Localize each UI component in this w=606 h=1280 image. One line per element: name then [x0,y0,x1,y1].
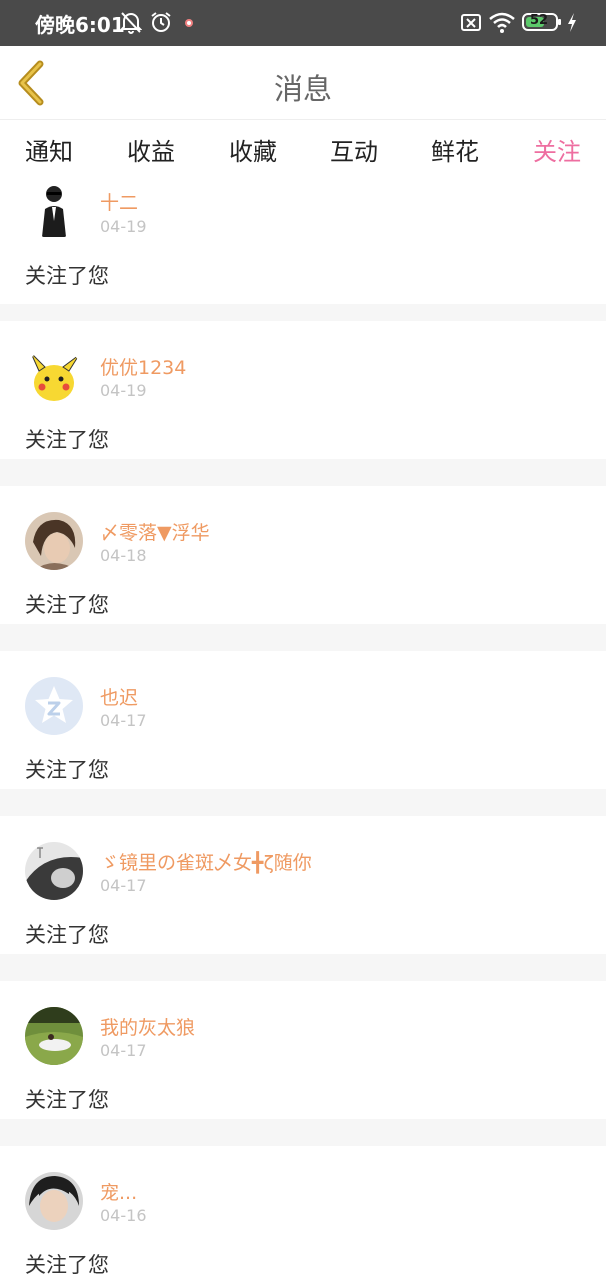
tab-earnings[interactable]: 收益 [111,132,191,167]
wifi-icon [489,12,515,33]
follow-date: 04-19 [100,217,147,236]
user-name[interactable]: 优优1234 [100,353,186,380]
avatar[interactable] [25,1172,83,1230]
bell-off-icon [120,12,142,34]
avatar[interactable] [25,347,83,405]
follow-message: 关注了您 [25,758,109,782]
notification-dot-icon [185,19,193,27]
avatar[interactable] [25,512,83,570]
photo-avatar [25,842,83,900]
header-bar: 消息 [0,46,606,120]
list-item[interactable]: 〆零落▼浮华 04-18 关注了您 [0,486,606,624]
user-name[interactable]: 〆零落▼浮华 [100,518,210,545]
battery-level: 52 [530,13,549,28]
follow-message: 关注了您 [25,264,109,288]
list-item[interactable]: 也迟 04-17 关注了您 [0,651,606,789]
user-name[interactable]: 我的灰太狼 [100,1013,195,1040]
portrait-avatar [25,1172,83,1230]
avatar[interactable] [25,1007,83,1065]
avatar[interactable] [25,677,83,735]
tab-flowers[interactable]: 鲜花 [415,132,495,167]
follow-date: 04-17 [100,711,147,730]
tab-favorites[interactable]: 收藏 [213,132,293,167]
tab-interactions[interactable]: 互动 [314,132,394,167]
sim-disabled-icon [461,14,481,31]
status-bar: 傍晚6:01 52 [0,0,606,46]
user-name[interactable]: ゞ镜里の雀斑乄女╋ζ随你 [100,848,312,875]
follow-message: 关注了您 [25,593,109,617]
avatar[interactable] [25,842,83,900]
follow-message: 关注了您 [25,923,109,947]
tab-following[interactable]: 关注 [517,132,597,167]
avatar[interactable] [25,181,83,239]
user-name[interactable]: 宠... [100,1178,137,1205]
list-item[interactable]: 宠... 04-16 关注了您 [0,1146,606,1280]
list-item[interactable]: ゞ镜里の雀斑乄女╋ζ随你 04-17 关注了您 [0,816,606,954]
tab-notifications[interactable]: 通知 [9,132,89,167]
page-title: 消息 [273,72,332,106]
pikachu-avatar [30,352,80,401]
follow-message: 关注了您 [25,1088,109,1112]
status-time: 傍晚6:01 [35,13,125,37]
user-name[interactable]: 十二 [100,188,138,215]
follow-date: 04-19 [100,381,147,400]
follow-message: 关注了您 [25,428,109,452]
alarm-icon [151,12,171,32]
default-star-avatar [35,686,73,723]
follow-date: 04-17 [100,1041,147,1060]
follow-message: 关注了您 [25,1253,109,1277]
charging-icon [568,13,576,32]
landscape-avatar [25,1007,83,1065]
user-name[interactable]: 也迟 [100,683,138,710]
suit-figure-avatar [42,186,66,237]
list-item[interactable]: 我的灰太狼 04-17 关注了您 [0,981,606,1119]
list-item[interactable]: 十二 04-19 关注了您 [0,166,606,304]
follow-date: 04-16 [100,1206,147,1225]
follow-date: 04-17 [100,876,147,895]
list-item[interactable]: 优优1234 04-19 关注了您 [0,321,606,459]
follow-date: 04-18 [100,546,147,565]
photo-avatar [25,512,83,570]
